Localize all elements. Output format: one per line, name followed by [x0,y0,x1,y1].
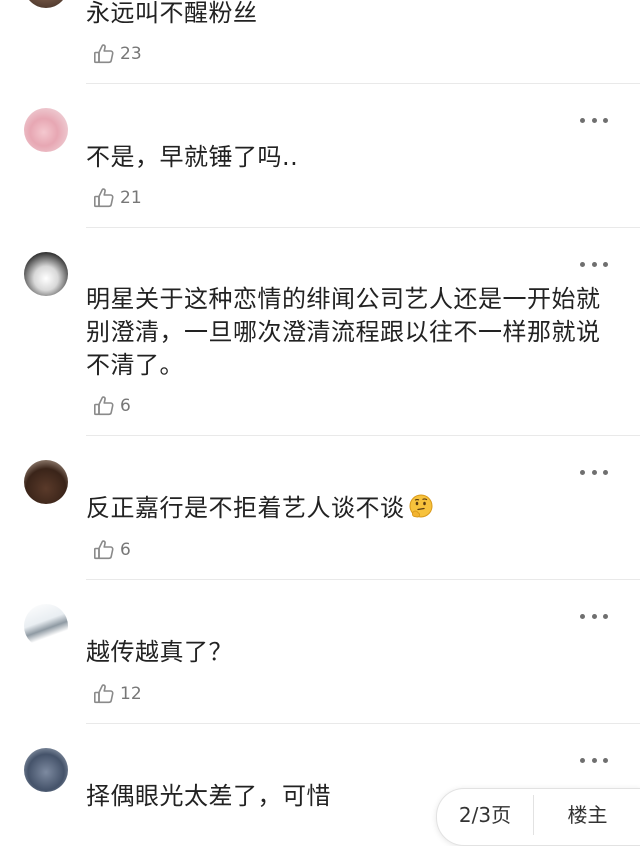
comment-text: 越传越真了？ [86,638,233,666]
divider [86,579,640,580]
more-dot [580,117,585,123]
more-options-button[interactable] [580,753,608,767]
thinking-face-emoji [409,494,432,518]
more-options-button[interactable] [580,257,608,271]
divider [86,83,640,84]
avatar[interactable] [24,460,68,504]
like-count: 23 [120,44,142,64]
thumbs-up-icon [93,540,114,560]
like-button[interactable]: 12 [92,679,142,709]
more-dot [591,117,597,123]
like-count: 12 [120,684,142,704]
original-poster-button[interactable]: 楼主 [534,789,640,828]
thumbs-up-icon [93,684,114,704]
comment-text: 明星关于这种恋情的绯闻公司艺人还是一开始就别澄清，一旦哪次澄清流程跟以往不一样那… [86,285,601,379]
more-options-button[interactable] [580,465,608,479]
comment-text: 永远叫不醒粉丝 [86,0,258,27]
like-count: 6 [120,540,131,560]
more-dot [580,261,585,267]
more-options-button[interactable] [580,113,608,127]
avatar[interactable] [24,604,68,648]
like-button[interactable]: 6 [92,535,131,565]
thumbs-up-icon [93,396,114,416]
comment-text-content: 反正嘉行是不拒着艺人谈不谈 [86,494,405,522]
divider [86,227,640,228]
like-count: 6 [120,396,131,416]
divider [86,435,640,436]
more-dot [591,757,597,763]
like-count: 21 [120,188,142,208]
more-dot [580,469,585,475]
more-dot [603,261,608,267]
thumbs-up-icon [93,188,114,208]
more-dot [580,757,585,763]
avatar[interactable] [24,252,68,296]
more-dot [603,613,608,619]
more-dot [580,613,585,619]
comment-text: 反正嘉行是不拒着艺人谈不谈 [86,491,616,525]
avatar[interactable] [24,108,68,152]
pagination-bar: 2/3页 楼主 [436,788,640,846]
more-options-button[interactable] [580,609,608,623]
more-dot [591,261,597,267]
like-button[interactable]: 6 [92,391,131,421]
more-dot [591,469,597,475]
more-dot [603,469,608,475]
avatar[interactable] [24,748,68,792]
more-dot [603,757,608,763]
thumbs-up-icon [93,44,114,64]
avatar[interactable] [24,0,68,8]
like-button[interactable]: 21 [92,183,142,213]
page-indicator-button[interactable]: 2/3页 [437,789,533,828]
divider [86,723,640,724]
comment-text: 不是，早就锤了吗.. [86,143,299,171]
more-dot [591,613,597,619]
more-dot [603,117,608,123]
like-button[interactable]: 23 [92,39,142,69]
